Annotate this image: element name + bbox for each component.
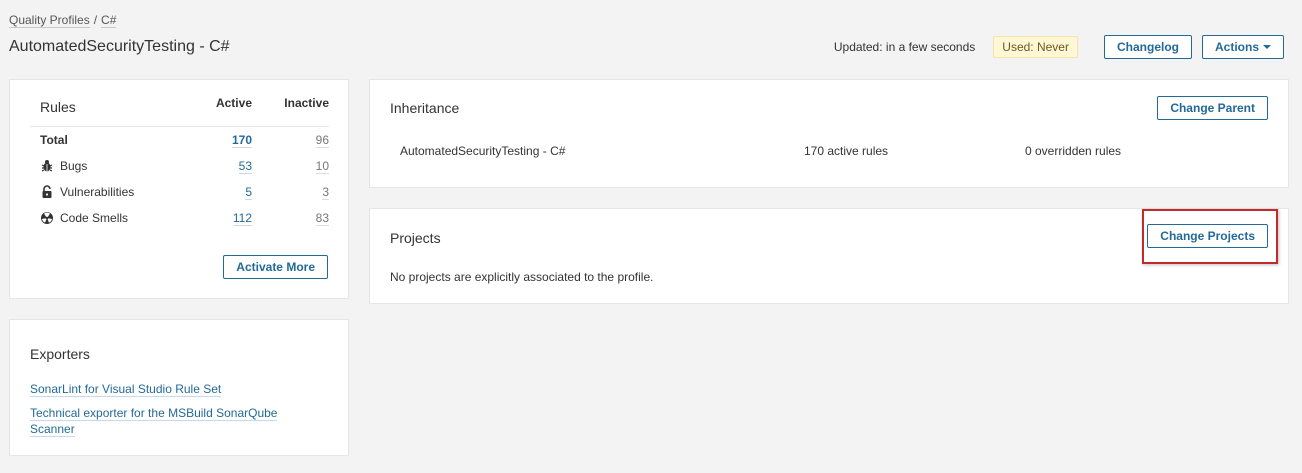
rule-row-bugs: Bugs 53 10 xyxy=(30,153,329,179)
rules-table-header: Rules Active Inactive xyxy=(30,80,329,127)
rules-table: Rules Active Inactive Total 170 96 Bugs … xyxy=(30,80,329,231)
code-smells-active-link[interactable]: 112 xyxy=(232,211,252,226)
bugs-active-link[interactable]: 53 xyxy=(238,159,252,174)
rule-label-code-smells: Code Smells xyxy=(60,211,129,225)
total-inactive-link[interactable]: 96 xyxy=(315,133,329,148)
inheritance-overridden-rules: 0 overridden rules xyxy=(1025,144,1122,158)
rule-row-total: Total 170 96 xyxy=(30,127,329,153)
breadcrumb-quality-profiles-link[interactable]: Quality Profiles xyxy=(9,13,90,28)
inactive-column-header: Inactive xyxy=(284,96,329,110)
breadcrumb-language-link[interactable]: C# xyxy=(101,13,117,28)
projects-card: Projects Change Projects No projects are… xyxy=(369,208,1289,304)
exporters-title: Exporters xyxy=(30,346,90,362)
active-column-header: Active xyxy=(215,96,252,110)
activate-more-button[interactable]: Activate More xyxy=(223,255,328,279)
updated-text: Updated: in a few seconds xyxy=(833,40,976,54)
vulnerabilities-inactive-link[interactable]: 3 xyxy=(322,185,329,200)
rule-label-vulnerabilities: Vulnerabilities xyxy=(60,185,135,199)
exporter-link-sonarlint-label: SonarLint for Visual Studio Rule Set xyxy=(30,382,222,397)
header-actions: Updated: in a few seconds Used: Never Ch… xyxy=(834,35,1284,59)
breadcrumb: Quality Profiles / C# xyxy=(9,13,117,28)
actions-button-label: Actions xyxy=(1214,40,1259,54)
changelog-button-label: Changelog xyxy=(1116,40,1179,54)
total-active-link[interactable]: 170 xyxy=(231,133,252,148)
vulnerabilities-active-link[interactable]: 5 xyxy=(245,185,252,200)
code-smells-inactive-link[interactable]: 83 xyxy=(315,211,329,226)
inheritance-card: Inheritance Change Parent AutomatedSecur… xyxy=(369,79,1289,188)
rule-row-vulnerabilities: Vulnerabilities 5 3 xyxy=(30,179,329,205)
caret-down-icon xyxy=(1263,45,1271,49)
code-smell-icon xyxy=(40,211,54,225)
change-parent-label: Change Parent xyxy=(1170,101,1255,115)
inheritance-active-rules: 170 active rules xyxy=(804,144,889,158)
change-projects-button[interactable]: Change Projects xyxy=(1147,224,1268,248)
rules-title: Rules xyxy=(40,99,76,115)
bug-icon xyxy=(40,159,54,173)
inheritance-profile-name: AutomatedSecurityTesting - C# xyxy=(400,144,566,158)
exporter-link-msbuild-label: Technical exporter for the MSBuild Sonar… xyxy=(30,406,278,437)
rule-label-bugs-wrap: Bugs xyxy=(40,159,87,173)
bugs-inactive-link[interactable]: 10 xyxy=(315,159,329,174)
exporters-card: Exporters SonarLint for Visual Studio Ru… xyxy=(9,319,349,456)
used-badge: Used: Never xyxy=(993,36,1078,58)
rule-label-code-smells-wrap: Code Smells xyxy=(40,211,128,225)
inheritance-title: Inheritance xyxy=(390,100,460,116)
rule-label-bugs: Bugs xyxy=(60,159,88,173)
change-projects-label: Change Projects xyxy=(1160,229,1255,243)
activate-more-label: Activate More xyxy=(236,260,315,274)
rule-row-code-smells: Code Smells 112 83 xyxy=(30,205,329,231)
projects-empty-message: No projects are explicitly associated to… xyxy=(390,270,654,284)
exporter-link-msbuild[interactable]: Technical exporter for the MSBuild Sonar… xyxy=(30,405,320,437)
lock-icon xyxy=(40,185,54,199)
actions-dropdown-button[interactable]: Actions xyxy=(1201,35,1284,59)
breadcrumb-separator: / xyxy=(93,13,98,27)
rule-label-total: Total xyxy=(40,133,68,147)
rules-card: Rules Active Inactive Total 170 96 Bugs … xyxy=(9,79,349,299)
change-parent-button[interactable]: Change Parent xyxy=(1157,96,1268,120)
rule-label-vulnerabilities-wrap: Vulnerabilities xyxy=(40,185,134,199)
quality-profile-page: Quality Profiles / C# AutomatedSecurityTes… xyxy=(0,0,1302,473)
exporter-link-sonarlint[interactable]: SonarLint for Visual Studio Rule Set xyxy=(30,381,222,397)
projects-title: Projects xyxy=(390,230,441,246)
page-title: AutomatedSecurityTesting - C# xyxy=(9,38,230,55)
changelog-button[interactable]: Changelog xyxy=(1103,35,1192,59)
